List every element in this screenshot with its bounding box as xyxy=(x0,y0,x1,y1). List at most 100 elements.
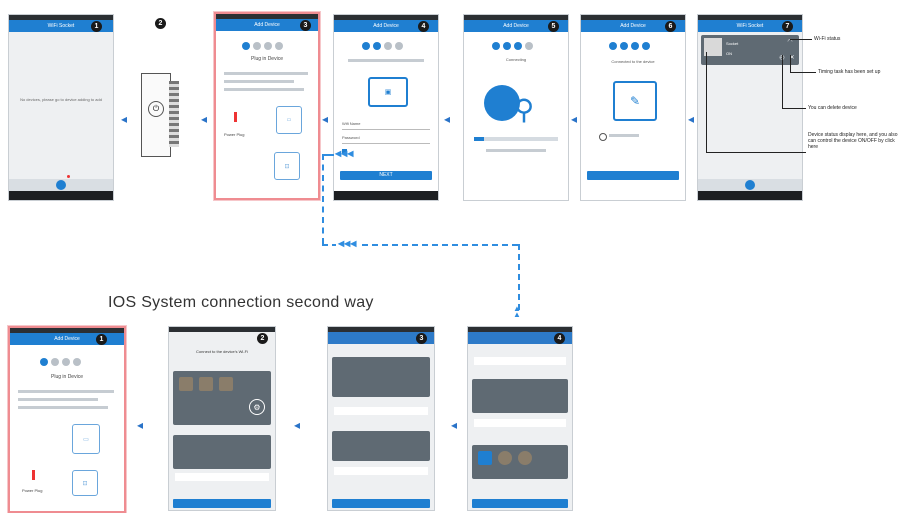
step-dots xyxy=(362,42,403,50)
screen-add-device-plug: Add Device 3 Plug in Device Power Plug ▭… xyxy=(214,12,320,200)
network-card xyxy=(472,379,568,413)
status-bar xyxy=(169,327,275,332)
next-button[interactable] xyxy=(173,499,271,508)
settings-icon-box xyxy=(199,377,213,391)
instruction-line xyxy=(224,88,304,91)
next-button[interactable]: NEXT xyxy=(340,171,432,180)
step-badge: 4 xyxy=(554,333,565,344)
callout-line xyxy=(790,39,812,40)
instruction-title: Connect to the device's Wi-Fi xyxy=(196,349,248,354)
screen-ios-add-device: Add Device 1 Plug in Device ▭ Power Plug… xyxy=(8,326,126,513)
instruction-line xyxy=(486,149,546,152)
router-icon: ▣ xyxy=(368,77,408,107)
arrow-left: ◂ xyxy=(444,112,451,126)
socket-icon: ⊡ xyxy=(72,470,98,496)
dashed-arrows-top: ◀◀◀ xyxy=(335,149,354,158)
instruction-line xyxy=(18,398,98,401)
screen-connected: Add Device 6 Connected to the device ✎ xyxy=(580,14,686,201)
step-badge: 2 xyxy=(257,333,268,344)
step-badge: 1 xyxy=(96,334,107,345)
status-text: Connected to the device xyxy=(611,59,655,64)
wifi-name-field[interactable]: Wifi Name xyxy=(342,121,430,130)
arrow-left: ◂ xyxy=(137,418,144,432)
device-illustration: ⏻ xyxy=(135,65,185,165)
step-badge: 6 xyxy=(665,21,676,32)
password-field[interactable]: Password xyxy=(342,135,430,144)
socket-icon: ⊡ xyxy=(274,152,300,180)
screen-ios-settings-wifi: 2 Connect to the device's Wi-Fi ⚙ xyxy=(168,326,276,511)
arrow-left: ◂ xyxy=(322,112,329,126)
step-badge: 2 xyxy=(155,18,166,29)
power-label: Power Plug xyxy=(22,488,43,493)
empty-message: No devices, please go to device adding t… xyxy=(20,97,102,102)
step-dots xyxy=(609,42,650,50)
step-title: Plug in Device xyxy=(51,374,83,380)
arrow-left: ◂ xyxy=(201,112,208,126)
confirm-checkbox[interactable] xyxy=(599,133,607,141)
plug-icon: ▭ xyxy=(72,424,100,454)
plug-icon: ▭ xyxy=(276,106,302,134)
add-device-tab[interactable] xyxy=(56,180,66,190)
arrow-left: ◂ xyxy=(571,112,578,126)
settings-icon-box xyxy=(179,377,193,391)
network-row[interactable] xyxy=(474,419,566,427)
step-badge: 3 xyxy=(300,20,311,31)
instruction-line xyxy=(224,80,294,83)
finish-button[interactable] xyxy=(587,171,679,180)
wifi-row[interactable] xyxy=(334,467,428,475)
callout-line xyxy=(790,72,816,73)
screen-home-empty: WiFi Socket 1 No devices, please go to d… xyxy=(8,14,114,201)
dashed-arrows-up: ▲ ▲ xyxy=(513,304,521,319)
callout-line xyxy=(782,55,783,109)
device-edit-icon: ✎ xyxy=(613,81,657,121)
screen-searching: Add Device 5 Connecting ⚲ xyxy=(463,14,569,201)
nav-bar xyxy=(334,191,438,200)
arrow-left: ◂ xyxy=(294,418,301,432)
nav-bar xyxy=(9,191,113,200)
arrow-left: ◂ xyxy=(121,112,128,126)
nav-bar xyxy=(698,191,802,200)
wifi-panel xyxy=(173,435,271,469)
annotation-wifi-status: Wi-Fi status xyxy=(814,36,841,42)
power-indicator-icon xyxy=(234,112,237,122)
power-indicator-icon xyxy=(32,470,35,480)
magnifier-icon: ⚲ xyxy=(513,93,535,125)
step-dots xyxy=(242,42,283,50)
device-side xyxy=(169,81,179,147)
section-title: IOS System connection second way xyxy=(108,294,374,311)
wifi-list-row[interactable] xyxy=(175,473,269,481)
next-button[interactable] xyxy=(472,499,568,508)
callout-line xyxy=(706,52,707,152)
callout-line xyxy=(782,108,806,109)
next-button[interactable] xyxy=(332,499,430,508)
add-device-tab[interactable] xyxy=(745,180,755,190)
settings-gear-icon: ⚙ xyxy=(249,399,265,415)
device-icon-box xyxy=(518,451,532,465)
callout-line xyxy=(790,55,791,73)
device-icon-box xyxy=(478,451,492,465)
annotation-timing: Timing task has been set up xyxy=(818,69,881,75)
dashed-arrows-middle: ◀◀◀ xyxy=(336,239,359,248)
red-dot xyxy=(67,175,70,178)
step-dots xyxy=(492,42,533,50)
device-icon-box xyxy=(498,451,512,465)
step-badge: 4 xyxy=(418,21,429,32)
step-title: Plug in Device xyxy=(251,56,283,62)
step-badge: 1 xyxy=(91,21,102,32)
instruction-line xyxy=(18,406,108,409)
power-label: Power Plug xyxy=(224,132,245,137)
password-label: Password xyxy=(342,135,360,140)
device-state: ON xyxy=(726,51,732,56)
screen-wifi-credentials: Add Device 4 ▣ Wifi Name Password NEXT xyxy=(333,14,439,201)
network-row[interactable] xyxy=(474,357,566,365)
screen-ios-wifi-select: 3 xyxy=(327,326,435,511)
instruction-line xyxy=(224,72,308,75)
progress-fill xyxy=(474,137,484,141)
step-dots xyxy=(40,358,81,366)
device-name: Socket xyxy=(726,41,739,46)
dashed-connector xyxy=(322,154,324,244)
step-badge: 3 xyxy=(416,333,427,344)
wifi-row[interactable] xyxy=(334,407,428,415)
instruction-line xyxy=(609,134,639,137)
step-badge: 5 xyxy=(548,21,559,32)
